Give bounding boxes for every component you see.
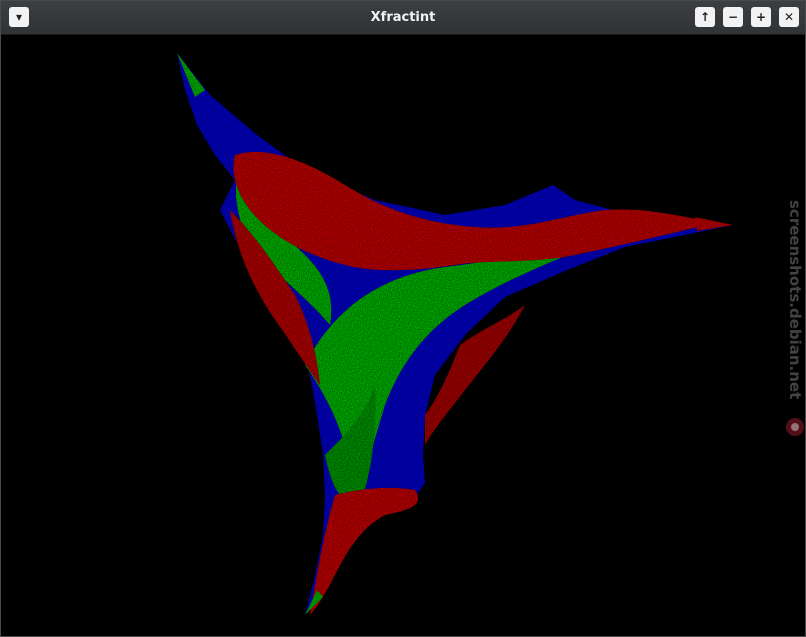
fractal-body-blue [177, 53, 733, 615]
window-title: Xfractint [370, 10, 436, 25]
maximize-button[interactable]: + [751, 7, 771, 27]
raise-button[interactable]: ↑ [695, 7, 715, 27]
minimize-button[interactable]: − [723, 7, 743, 27]
watermark: screenshots.debian.net [782, 200, 806, 450]
arrow-up-icon: ↑ [699, 10, 711, 24]
minus-icon: − [727, 10, 739, 24]
watermark-logo-icon [786, 418, 804, 436]
plus-icon: + [755, 10, 767, 24]
close-icon: ✕ [783, 10, 795, 24]
watermark-text: screenshots.debian.net [786, 200, 804, 400]
close-button[interactable]: ✕ [779, 7, 799, 27]
fractal-image [177, 53, 733, 615]
xfractint-window: ▾ Xfractint ↑ − + ✕ [0, 0, 806, 637]
title-bar[interactable]: ▾ Xfractint ↑ − + ✕ [1, 1, 805, 35]
fractal-canvas[interactable] [5, 35, 802, 632]
